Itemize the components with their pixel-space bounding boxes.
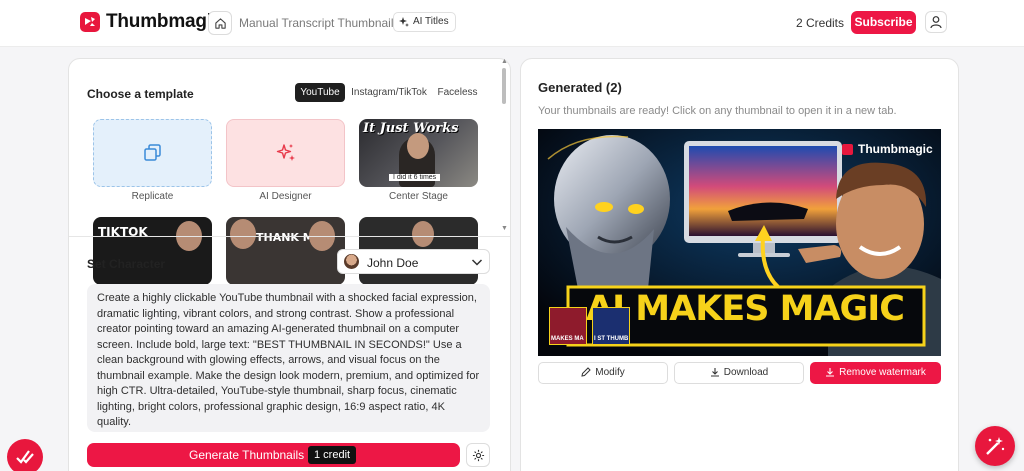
scroll-up-icon[interactable]: ▲ [501,58,508,65]
help-launcher-button[interactable] [7,439,43,471]
user-icon [930,16,942,29]
generate-label: Generate Thumbnails [189,448,305,462]
copy-icon [143,144,161,161]
choose-template-heading: Choose a template [87,87,194,101]
gear-icon [472,449,485,462]
template-center-stage-label: Center Stage [389,191,448,202]
subscribe-button[interactable]: Subscribe [851,11,916,34]
generate-thumbnails-button[interactable]: Generate Thumbnails 1 credit [87,443,460,467]
sparkle-icon [276,144,295,161]
character-name: John Doe [367,256,419,270]
template-ai-designer-label: AI Designer [259,191,312,202]
check-marks-icon [16,450,34,464]
generated-subtitle: Your thumbnails are ready! Click on any … [538,105,897,117]
prompt-textarea[interactable]: Create a highly clickable YouTube thumbn… [87,284,490,432]
tab-instagram-tiktok[interactable]: Instagram/TikTok [348,83,430,102]
thumbnail-headline: AI MAKES MAGIC [586,289,905,329]
template-ai-designer[interactable] [226,119,345,187]
remove-watermark-label: Remove watermark [839,367,926,378]
download-button[interactable]: Download [674,362,804,384]
thumbmagic-logo-icon[interactable] [80,12,100,32]
ai-titles-button[interactable]: AI Titles [393,12,456,32]
avatar [344,254,359,269]
inset-2-text: I ST THUMB [594,336,629,342]
download-label: Download [723,367,769,378]
magic-wand-icon [986,437,1005,455]
generated-heading: Generated (2) [538,80,622,95]
template-replicate-label: Replicate [131,191,174,202]
thumb-face [230,219,256,249]
download-icon [826,368,835,377]
generated-thumbnail[interactable]: AI MAKES MAGIC Thumbmagic MAKES MA I ST … [538,129,941,356]
inset-thumb-1: MAKES MA [549,307,587,345]
creator-head [407,133,429,159]
remove-watermark-button[interactable]: Remove watermark [810,362,941,384]
home-button[interactable] [208,11,232,35]
template-row2-2[interactable]: THANK ME [226,217,345,285]
pencil-icon [581,367,591,377]
template-row2-1[interactable]: TIKTOK [93,217,212,285]
modify-label: Modify [595,367,625,378]
chevron-down-icon [471,259,483,266]
tab-youtube[interactable]: YouTube [295,83,345,102]
brand-name[interactable]: Thumbmagic [106,11,222,33]
download-icon [710,368,719,377]
thumb-caption: I did it 6 times [389,174,441,181]
results-panel: Generated (2) Your thumbnails are ready!… [520,58,959,471]
thumb-face [412,221,434,247]
section-divider [69,236,510,237]
character-select[interactable]: John Doe [337,249,490,274]
template-center-stage[interactable]: It Just Works I did it 6 times [359,119,478,187]
inset-1-text: MAKES MA [551,336,584,342]
ai-titles-label: AI Titles [413,16,449,27]
breadcrumb[interactable]: Manual Transcript Thumbnail [239,16,394,30]
tab-faceless[interactable]: Faceless [434,83,481,102]
thumbnail-watermark: Thumbmagic [858,142,933,156]
settings-button[interactable] [466,443,490,467]
inset-thumb-2: I ST THUMB [592,307,630,345]
credits-count: 2 Credits [796,16,845,30]
thumb-title: It Just Works [363,121,459,136]
scroll-down-icon[interactable]: ▼ [501,225,508,232]
sparkle-icon [399,17,409,27]
home-icon [215,18,226,29]
modify-button[interactable]: Modify [538,362,668,384]
template-replicate[interactable] [93,119,212,187]
account-button[interactable] [925,11,947,33]
credit-cost-badge: 1 credit [308,446,357,464]
assistant-launcher-button[interactable] [975,426,1015,466]
scrollbar-thumb[interactable] [502,68,506,104]
top-header: Thumbmagic Manual Transcript Thumbnail A… [0,0,1024,47]
set-character-label: Set Character [87,257,166,271]
